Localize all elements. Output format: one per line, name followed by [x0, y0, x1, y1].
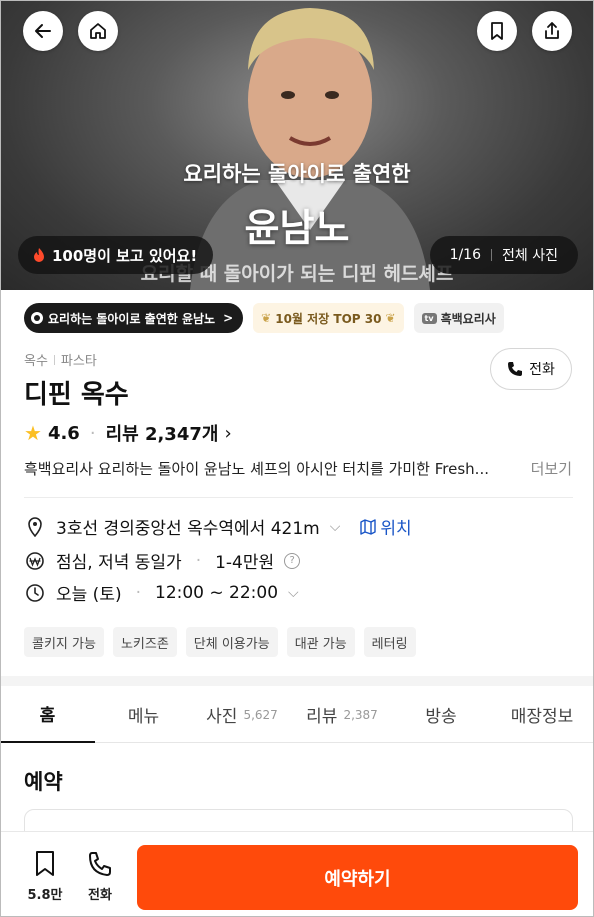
- tag-label: 10월 저장 TOP 30: [275, 311, 382, 326]
- hours-day: 오늘 (토): [56, 585, 122, 605]
- call-button-bottom[interactable]: 전화: [78, 850, 122, 903]
- bookmark-icon: [491, 22, 503, 40]
- arrow-left-icon: [35, 24, 51, 38]
- tag-show[interactable]: tv 흑백요리사: [413, 303, 504, 333]
- tab-label: 리뷰: [306, 707, 338, 727]
- chevron-down-icon[interactable]: ⌵: [288, 585, 299, 601]
- amenity-chip: 대관 가능: [286, 627, 355, 657]
- reserve-label: 예약하기: [324, 868, 391, 890]
- tab-bar: 홈 메뉴 사진 5,627 리뷰 2,387 방송 매장정보: [0, 686, 594, 743]
- description-text: 흑백요리사 요리하는 돌아이 윤남노 셰프의 아시안 터치를 가미한 Fresh…: [24, 460, 489, 478]
- tab-label: 매장정보: [510, 707, 574, 727]
- tab-photos[interactable]: 사진 5,627: [192, 686, 292, 743]
- rating-row[interactable]: ★ 4.6 · 리뷰 2,347개 ›: [24, 420, 232, 446]
- tag-label: 흑백요리사: [440, 311, 496, 326]
- save-count: 5.8만: [27, 888, 63, 903]
- section-separator: [0, 676, 594, 686]
- back-button[interactable]: [23, 11, 63, 51]
- tab-count: 5,627: [243, 707, 278, 722]
- save-button[interactable]: 5.8만: [23, 850, 67, 903]
- tab-label: 메뉴: [127, 707, 160, 727]
- tab-count: 2,387: [343, 707, 378, 722]
- bookmark-button[interactable]: [477, 11, 517, 51]
- chevron-right-icon: >: [223, 311, 234, 325]
- share-button[interactable]: [532, 11, 572, 51]
- call-label: 전화: [88, 888, 112, 903]
- tv-icon: tv: [421, 312, 437, 324]
- amenity-chip: 노키즈존: [112, 627, 177, 657]
- description: 흑백요리사 요리하는 돌아이 윤남노 셰프의 아시안 터치를 가미한 Fresh…: [24, 458, 574, 479]
- help-icon[interactable]: ?: [284, 552, 301, 569]
- all-photos-label: 전체 사진: [502, 248, 558, 264]
- tab-label: 방송: [425, 707, 457, 727]
- tab-home[interactable]: 홈: [0, 686, 95, 743]
- phone-icon: [89, 852, 111, 876]
- section-title: 예약: [24, 770, 63, 794]
- meal-text: 점심, 저녁 동일가: [56, 553, 182, 573]
- share-icon: [545, 22, 559, 39]
- tab-store-info[interactable]: 매장정보: [490, 686, 594, 743]
- tag-ranking[interactable]: ❦ 10월 저장 TOP 30 ❦: [253, 303, 404, 333]
- divider: [24, 497, 573, 498]
- logo-icon: [31, 312, 43, 324]
- location-pin-icon: [24, 516, 46, 538]
- category-label: 파스타: [60, 354, 97, 369]
- bottom-action-bar: 5.8만 전화 예약하기: [0, 831, 594, 917]
- amenities: 콜키지 가능 노키즈존 단체 이용가능 대관 가능 레터링: [24, 627, 416, 657]
- dot-separator: ·: [89, 422, 96, 444]
- tab-label: 사진: [206, 707, 238, 727]
- page-title: 디핀 옥수: [24, 380, 129, 410]
- viewers-badge: 100명이 보고 있어요!: [18, 236, 214, 274]
- hours-row: 오늘 (토) · 12:00 ~ 22:00 ⌵: [24, 580, 299, 605]
- fire-icon: [34, 248, 44, 262]
- amenity-chip: 단체 이용가능: [185, 627, 278, 657]
- more-link[interactable]: 더보기: [531, 458, 572, 479]
- breadcrumb: 옥수 파스타: [24, 350, 97, 369]
- divider: [491, 249, 493, 261]
- tag-chef[interactable]: 요리하는 돌아이로 출연한 윤남노 >: [24, 303, 244, 333]
- price-row: 점심, 저녁 동일가 · 1-4만원 ?: [24, 548, 301, 573]
- call-button[interactable]: 전화: [490, 348, 572, 390]
- bookmark-icon: [36, 851, 54, 876]
- amenity-chip: 콜키지 가능: [24, 627, 104, 657]
- map-link[interactable]: 위치: [360, 514, 412, 539]
- laurel-icon: ❦: [261, 311, 272, 325]
- divider: [53, 354, 55, 365]
- home-icon: [90, 23, 106, 39]
- map-link-label: 위치: [380, 519, 412, 539]
- location-row: 3호선 경의중앙선 옥수역에서 421m ⌵ 위치: [24, 514, 412, 539]
- area-label: 옥수: [24, 354, 48, 369]
- rating-value: 4.6: [47, 422, 80, 444]
- hero-caption-line1: 요리하는 돌아이로 출연한: [183, 162, 411, 186]
- photo-counter: 1/16: [449, 247, 482, 263]
- chevron-right-icon: ›: [224, 422, 232, 444]
- price-text: 1-4만원: [215, 553, 275, 573]
- star-icon: ★: [24, 421, 42, 445]
- amenity-chip: 레터링: [363, 627, 416, 657]
- chevron-down-icon[interactable]: ⌵: [330, 519, 341, 535]
- location-text: 3호선 경의중앙선 옥수역에서 421m: [56, 519, 320, 539]
- viewers-label: 100명이 보고 있어요!: [52, 246, 198, 265]
- map-icon: [360, 518, 377, 535]
- tab-broadcast[interactable]: 방송: [392, 686, 490, 743]
- hours-time: 12:00 ~ 22:00: [155, 582, 279, 603]
- clock-icon: [24, 582, 46, 604]
- home-button[interactable]: [78, 11, 118, 51]
- all-photos-button[interactable]: 1/16 전체 사진: [429, 236, 578, 274]
- tag-row: 요리하는 돌아이로 출연한 윤남노 > ❦ 10월 저장 TOP 30 ❦ tv…: [24, 303, 504, 333]
- won-icon: [24, 550, 46, 572]
- laurel-icon: ❦: [385, 311, 396, 325]
- dot-separator: ·: [195, 550, 202, 571]
- reserve-button[interactable]: 예약하기: [137, 845, 578, 910]
- call-label: 전화: [529, 362, 555, 378]
- tab-reviews[interactable]: 리뷰 2,387: [292, 686, 392, 743]
- tab-label: 홈: [39, 706, 56, 726]
- tab-menu[interactable]: 메뉴: [95, 686, 192, 743]
- tag-label: 요리하는 돌아이로 출연한 윤남노: [48, 311, 216, 326]
- review-count-link[interactable]: 리뷰 2,347개: [106, 420, 219, 446]
- phone-icon: [508, 362, 523, 376]
- dot-separator: ·: [135, 582, 141, 603]
